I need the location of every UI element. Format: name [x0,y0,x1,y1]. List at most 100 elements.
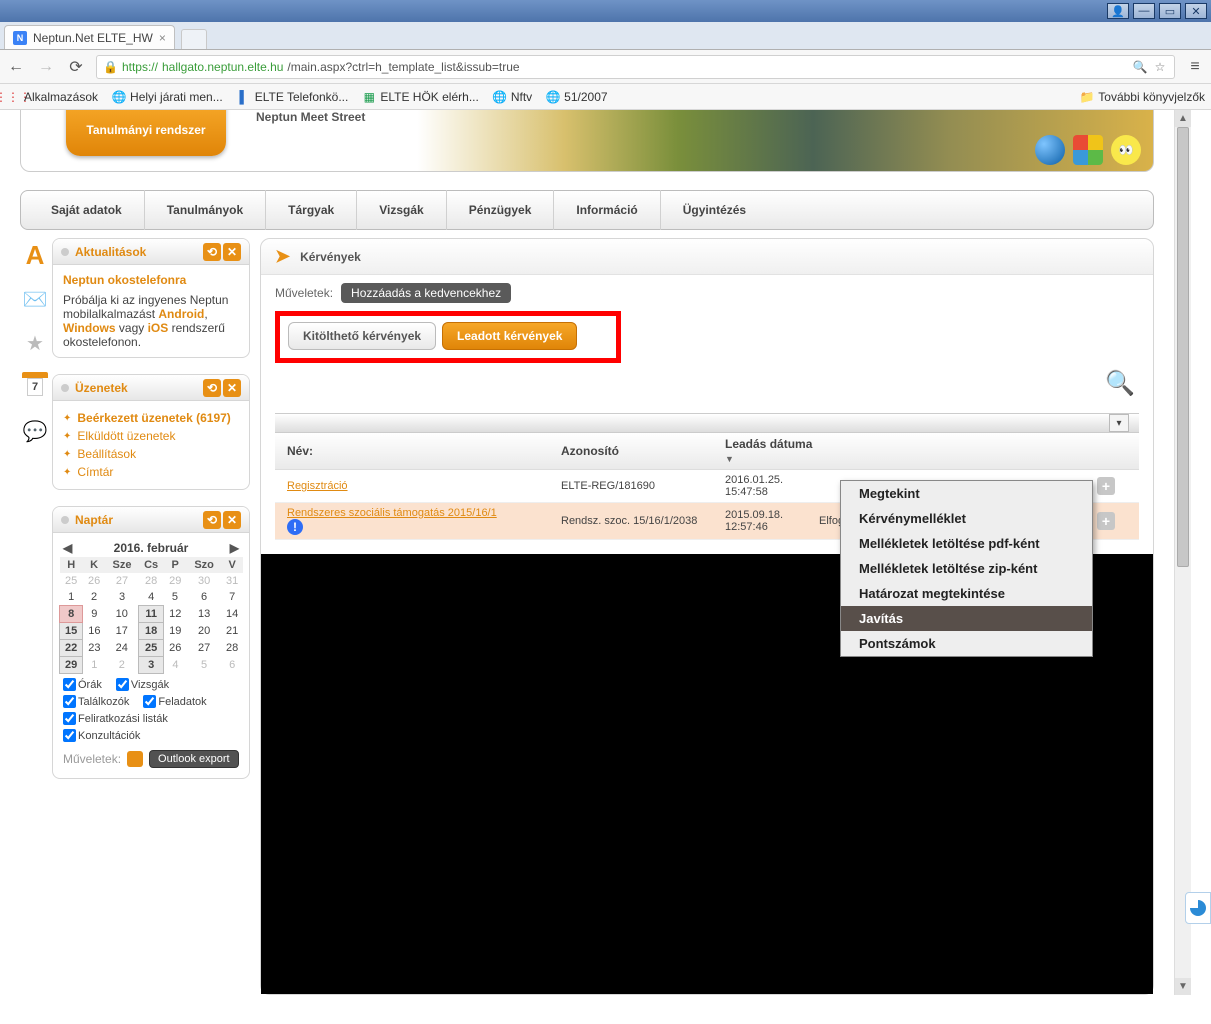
row-actions-button[interactable]: + [1097,512,1115,530]
refresh-icon[interactable]: ⟲ [203,511,221,529]
android-link[interactable]: Android [158,307,204,321]
maximize-button[interactable]: ▭ [1159,3,1181,19]
ctx-decision[interactable]: Határozat megtekintése [841,581,1092,606]
calendar-filter[interactable]: Találkozók [63,695,129,708]
scroll-up-button[interactable]: ▲ [1175,110,1191,127]
calendar-day[interactable]: 18 [139,623,164,640]
calendar-day-icon[interactable]: 7 [22,374,48,400]
calendar-day[interactable]: 27 [105,573,138,589]
calendar-day[interactable]: 12 [164,606,187,623]
minimize-button[interactable]: — [1133,3,1155,19]
col-name[interactable]: Név: [287,444,557,458]
checkbox[interactable] [63,695,76,708]
calendar-day[interactable]: 25 [139,640,164,657]
menu-item[interactable]: Tárgyak [266,190,357,230]
system-tab-secondary[interactable]: Neptun Meet Street [256,110,365,124]
bookmark-item[interactable]: ▦ELTE HÖK elérh... [362,90,478,104]
ctx-download-pdf[interactable]: Mellékletek letöltése pdf-ként [841,531,1092,556]
col-date[interactable]: Leadás dátuma ▼ [725,437,815,465]
ctx-attachment[interactable]: Kérvénymelléklet [841,506,1092,531]
next-month-button[interactable]: ▶ [230,541,239,555]
refresh-icon[interactable]: ⟲ [203,379,221,397]
calendar-day[interactable]: 14 [221,606,243,623]
calendar-day[interactable]: 3 [139,657,164,674]
calendar-day[interactable]: 28 [139,573,164,589]
request-link[interactable]: Regisztráció [287,480,557,492]
close-window-button[interactable]: ✕ [1185,3,1207,19]
news-link[interactable]: Neptun okostelefonra [63,273,186,287]
bookmark-item[interactable]: 🌐51/2007 [546,90,607,104]
calendar-day[interactable]: 1 [83,657,105,674]
calendar-day[interactable]: 7 [221,589,243,606]
outlook-export-button[interactable]: Outlook export [149,750,239,768]
letter-a-icon[interactable]: A [22,242,48,268]
calendar-day[interactable]: 25 [60,573,83,589]
ctx-fix[interactable]: Javítás [841,606,1092,631]
calendar-day[interactable]: 22 [60,640,83,657]
search-icon[interactable]: 🔍 [1105,369,1135,398]
color-theme-icon[interactable] [1073,135,1103,165]
calendar-day[interactable]: 2 [105,657,138,674]
new-tab-button[interactable] [181,29,207,49]
calendar-day[interactable]: 9 [83,606,105,623]
menu-item[interactable]: Tanulmányok [145,190,266,230]
calendar-day[interactable]: 2 [83,589,105,606]
calendar-day[interactable]: 8 [60,606,83,623]
calendar-day[interactable]: 23 [83,640,105,657]
calendar-day[interactable]: 15 [60,623,83,640]
calendar-filter[interactable]: Vizsgák [116,678,169,691]
close-icon[interactable]: ✕ [223,243,241,261]
settings-link[interactable]: Beállítások [77,447,136,461]
calendar-filter[interactable]: Feliratkozási listák [63,712,168,725]
tab-fillable[interactable]: Kitölthető kérvények [288,322,436,350]
calendar-day[interactable]: 4 [164,657,187,674]
calendar-day[interactable]: 1 [60,589,83,606]
ctx-scores[interactable]: Pontszámok [841,631,1092,656]
menu-item[interactable]: Saját adatok [29,190,145,230]
calendar-day[interactable]: 10 [105,606,138,623]
sent-link[interactable]: Elküldött üzenetek [77,429,175,443]
calendar-day[interactable]: 5 [187,657,221,674]
checkbox[interactable] [143,695,156,708]
accessibility-icon[interactable]: 👀 [1111,135,1141,165]
menu-button[interactable]: ≡ [1185,57,1205,77]
calendar-filter[interactable]: Feladatok [143,695,206,708]
calendar-day[interactable]: 31 [221,573,243,589]
star-icon[interactable]: ★ [22,330,48,356]
scroll-down-button[interactable]: ▼ [1175,978,1191,995]
teamviewer-badge[interactable] [1185,892,1211,924]
zoom-icon[interactable]: 🔍 [1132,60,1148,74]
calendar-day[interactable]: 17 [105,623,138,640]
back-button[interactable]: ← [6,57,26,77]
calendar-day[interactable]: 6 [221,657,243,674]
menu-item[interactable]: Ügyintézés [661,190,768,230]
inbox-link[interactable]: Beérkezett üzenetek (6197) [77,411,230,425]
calendar-day[interactable]: 4 [139,589,164,606]
windows-link[interactable]: Windows [63,321,116,335]
calendar-day[interactable]: 29 [60,657,83,674]
collapse-icon[interactable] [61,384,69,392]
calendar-filter[interactable]: Konzultációk [63,729,140,742]
checkbox[interactable] [63,712,76,725]
close-icon[interactable]: ✕ [223,511,241,529]
calendar-day[interactable]: 13 [187,606,221,623]
collapse-icon[interactable] [61,248,69,256]
bookmark-item[interactable]: ▌ELTE Telefonkö... [237,90,349,104]
scroll-thumb[interactable] [1177,127,1189,567]
calendar-day[interactable]: 21 [221,623,243,640]
add-favorite-button[interactable]: Hozzáadás a kedvencekhez [341,283,511,303]
directory-link[interactable]: Címtár [77,465,113,479]
ios-link[interactable]: iOS [148,321,169,335]
calendar-day[interactable]: 26 [83,573,105,589]
calendar-day[interactable]: 27 [187,640,221,657]
ctx-view[interactable]: Megtekint [841,481,1092,506]
calendar-day[interactable]: 29 [164,573,187,589]
info-icon[interactable]: ! [287,519,303,535]
request-link[interactable]: Rendszeres szociális támogatás 2015/16/1 [287,507,497,519]
user-icon[interactable]: 👤 [1107,3,1129,19]
calendar-day[interactable]: 3 [105,589,138,606]
bookmark-item[interactable]: 🌐Helyi járati men... [112,90,223,104]
address-bar[interactable]: 🔒 https://hallgato.neptun.elte.hu/main.a… [96,55,1175,79]
action-icon[interactable] [127,751,143,767]
ctx-download-zip[interactable]: Mellékletek letöltése zip-ként [841,556,1092,581]
